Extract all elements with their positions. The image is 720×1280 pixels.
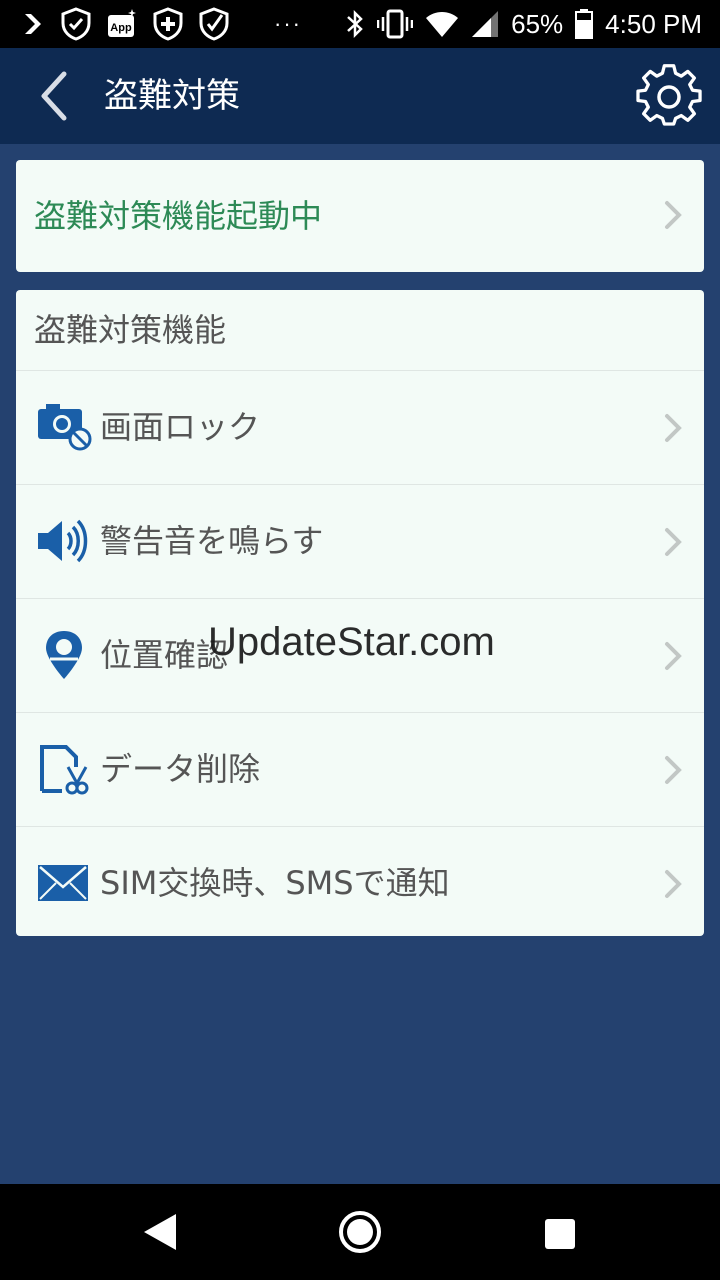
wifi-icon: [425, 10, 459, 38]
envelope-icon: [38, 865, 88, 901]
nav-back-button[interactable]: [142, 1212, 178, 1252]
list-item-screen-lock[interactable]: 画面ロック: [16, 371, 704, 485]
shield-plus-icon: [152, 7, 184, 41]
back-button[interactable]: [30, 70, 80, 122]
battery-icon: [575, 9, 594, 39]
chevron-right-icon: [665, 642, 682, 670]
settings-button[interactable]: [636, 64, 702, 130]
more-notifications-dots: ···: [274, 11, 302, 36]
protection-status-card[interactable]: 盗難対策機能起動中: [16, 160, 704, 272]
battery-percent: 65%: [511, 8, 564, 39]
nav-recents-button[interactable]: [544, 1218, 576, 1250]
list-item-sim-change-sms[interactable]: SIM交換時、SMSで通知: [16, 827, 704, 940]
clock: 4:50 PM: [605, 8, 702, 39]
data-wipe-icon: [40, 745, 89, 795]
shield-check-icon: [60, 7, 92, 41]
chevron-right-icon: [665, 201, 682, 229]
gear-icon: [636, 64, 702, 126]
signal-icon: [471, 10, 499, 38]
watermark: UpdateStar.com: [208, 620, 495, 664]
list-item-alarm-sound[interactable]: 警告音を鳴らす: [16, 485, 704, 599]
chevron-right-icon: [665, 756, 682, 784]
app-badge-text: App: [110, 22, 132, 34]
list-item-label: 警告音を鳴らす: [100, 522, 324, 560]
list-item-label: 画面ロック: [100, 408, 261, 446]
vibrate-icon: [377, 9, 414, 39]
features-section-header: 盗難対策機能: [16, 290, 704, 371]
app-badge-icon: App: [106, 9, 138, 39]
camera-lock-icon: [38, 404, 92, 451]
navigation-bar: [0, 1184, 720, 1280]
chevron-left-icon: [41, 71, 67, 121]
chevron-right-icon: [22, 12, 46, 36]
location-pin-icon: [46, 631, 82, 679]
bluetooth-icon: [345, 9, 365, 39]
page-title: 盗難対策: [104, 76, 240, 116]
protection-status-text: 盗難対策機能起動中: [34, 197, 323, 235]
chevron-right-icon: [665, 528, 682, 556]
nav-home-button[interactable]: [338, 1210, 382, 1254]
features-card: 盗難対策機能 画面ロック 警告音を鳴らす 位置確認 データ削除 SIM交換時、S…: [16, 290, 704, 936]
chevron-right-icon: [665, 870, 682, 898]
app-bar: 盗難対策: [0, 48, 720, 144]
list-item-label: データ削除: [100, 750, 261, 788]
list-item-data-wipe[interactable]: データ削除: [16, 713, 704, 827]
chevron-right-icon: [665, 414, 682, 442]
shield-check-icon: [198, 7, 230, 41]
status-bar: App ··· 65% 4:50 PM: [0, 0, 720, 48]
speaker-icon: [38, 519, 88, 563]
list-item-label: SIM交換時、SMSで通知: [100, 864, 450, 902]
